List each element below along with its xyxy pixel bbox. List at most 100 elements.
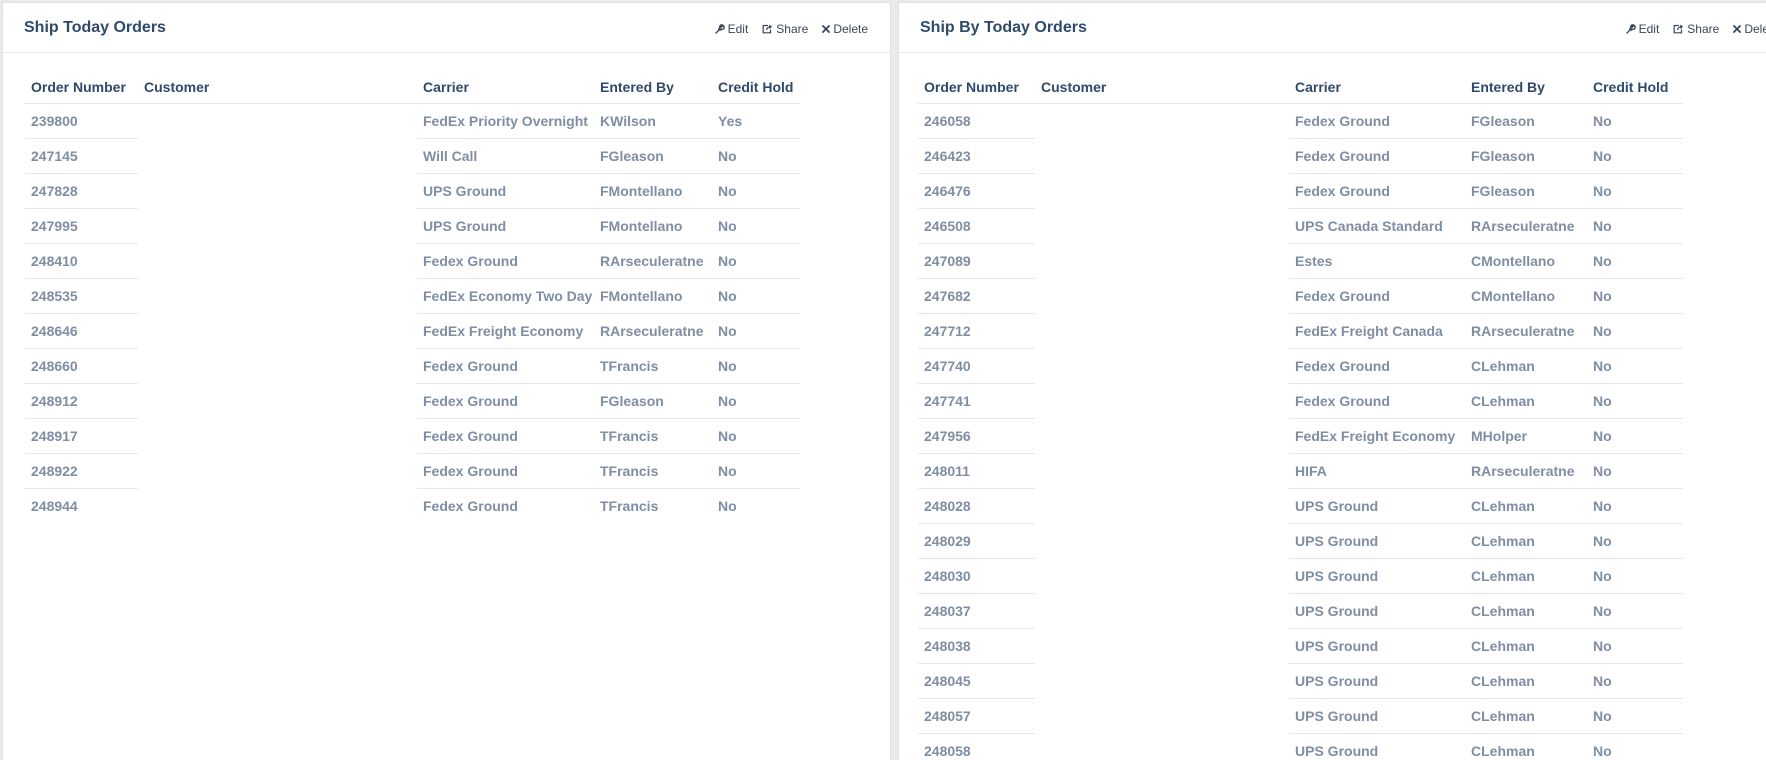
table-row[interactable]: 248535 FedEx Economy Two Day FMontellano No xyxy=(25,278,800,314)
order-number-cell[interactable]: 247956 xyxy=(918,418,1035,454)
order-number-cell[interactable]: 247741 xyxy=(918,383,1035,419)
order-number-cell[interactable]: 248944 xyxy=(25,489,138,524)
table-row[interactable]: 247741 Fedex Ground CLehman No xyxy=(918,383,1683,419)
customer-cell xyxy=(1035,489,1289,524)
column-header[interactable]: Carrier xyxy=(1289,70,1465,104)
credit-hold-cell: No xyxy=(712,138,800,174)
panel-header: Ship By Today Orders Edit Share Delete xyxy=(899,3,1766,53)
order-number-cell[interactable]: 248028 xyxy=(918,488,1035,524)
edit-button[interactable]: Edit xyxy=(1625,22,1660,36)
credit-hold-cell: No xyxy=(712,348,800,384)
order-number-cell[interactable]: 248912 xyxy=(25,383,138,419)
credit-hold-cell: Yes xyxy=(712,103,800,139)
carrier-cell: UPS Ground xyxy=(1289,698,1465,734)
entered-by-cell: CMontellano xyxy=(1465,243,1587,279)
entered-by-cell: CLehman xyxy=(1465,628,1587,664)
table-row[interactable]: 248922 Fedex Ground TFrancis No xyxy=(25,453,800,489)
order-number-cell[interactable]: 248535 xyxy=(25,278,138,314)
column-header[interactable]: Carrier xyxy=(417,70,594,104)
order-number-cell[interactable]: 246476 xyxy=(918,173,1035,209)
order-number-cell[interactable]: 247828 xyxy=(25,173,138,209)
table-row[interactable]: 246058 Fedex Ground FGleason No xyxy=(918,103,1683,139)
table-row[interactable]: 246423 Fedex Ground FGleason No xyxy=(918,138,1683,174)
table-row[interactable]: 248011 HIFA RArseculeratne No xyxy=(918,453,1683,489)
order-number-cell[interactable]: 248922 xyxy=(25,453,138,489)
order-number-cell[interactable]: 248037 xyxy=(918,593,1035,629)
table-row[interactable]: 248028 UPS Ground CLehman No xyxy=(918,488,1683,524)
table-row[interactable]: 248030 UPS Ground CLehman No xyxy=(918,558,1683,594)
table-row[interactable]: 248045 UPS Ground CLehman No xyxy=(918,663,1683,699)
order-number-cell[interactable]: 248045 xyxy=(918,663,1035,699)
order-number-cell[interactable]: 246423 xyxy=(918,138,1035,174)
table-row[interactable]: 248037 UPS Ground CLehman No xyxy=(918,593,1683,629)
column-header[interactable]: Entered By xyxy=(594,70,712,104)
order-number-cell[interactable]: 248410 xyxy=(25,243,138,279)
customer-cell xyxy=(1035,454,1289,489)
order-number-cell[interactable]: 248058 xyxy=(918,734,1035,760)
share-button[interactable]: Share xyxy=(1673,22,1719,36)
credit-hold-cell: No xyxy=(1587,173,1683,209)
table-row[interactable]: 247740 Fedex Ground CLehman No xyxy=(918,348,1683,384)
table-row[interactable]: 247995 UPS Ground FMontellano No xyxy=(25,208,800,244)
table-row[interactable]: 248410 Fedex Ground RArseculeratne No xyxy=(25,243,800,279)
order-number-cell[interactable]: 246058 xyxy=(918,103,1035,139)
table-row[interactable]: 247145 Will Call FGleason No xyxy=(25,138,800,174)
order-number-cell[interactable]: 248038 xyxy=(918,628,1035,664)
column-header[interactable]: Entered By xyxy=(1465,70,1587,104)
delete-button[interactable]: Delete xyxy=(1733,22,1766,36)
order-number-cell[interactable]: 247740 xyxy=(918,348,1035,384)
table-row[interactable]: 239800 FedEx Priority Overnight KWilson Yes xyxy=(25,103,800,139)
order-number-cell[interactable]: 248011 xyxy=(918,453,1035,489)
order-number-cell[interactable]: 248029 xyxy=(918,523,1035,559)
table-row[interactable]: 248646 FedEx Freight Economy RArseculeratn… xyxy=(25,313,800,349)
table-row[interactable]: 248944 Fedex Ground TFrancis No xyxy=(25,489,800,524)
order-number-cell[interactable]: 248917 xyxy=(25,418,138,454)
wrench-icon xyxy=(714,24,725,34)
table-row[interactable]: 248660 Fedex Ground TFrancis No xyxy=(25,348,800,384)
edit-label: Edit xyxy=(1638,22,1660,36)
order-number-cell[interactable]: 248646 xyxy=(25,313,138,349)
delete-label: Delete xyxy=(833,22,868,36)
column-header[interactable]: Credit Hold xyxy=(712,70,800,104)
column-header[interactable]: Customer xyxy=(138,70,417,104)
order-number-cell[interactable]: 248030 xyxy=(918,558,1035,594)
table-row[interactable]: 248917 Fedex Ground TFrancis No xyxy=(25,418,800,454)
table-row[interactable]: 247682 Fedex Ground CMontellano No xyxy=(918,278,1683,314)
table-row[interactable]: 246476 Fedex Ground FGleason No xyxy=(918,173,1683,209)
column-header[interactable]: Order Number xyxy=(918,70,1035,104)
table-row[interactable]: 247089 Estes CMontellano No xyxy=(918,243,1683,279)
panel-header: Ship Today Orders Edit Share Delete xyxy=(3,3,890,53)
table-row[interactable]: 248058 UPS Ground CLehman No xyxy=(918,734,1683,760)
order-number-cell[interactable]: 248660 xyxy=(25,348,138,384)
credit-hold-cell: No xyxy=(1593,743,1612,759)
table-row[interactable]: 248029 UPS Ground CLehman No xyxy=(918,523,1683,559)
order-number-cell[interactable]: 247712 xyxy=(918,313,1035,349)
order-number-cell[interactable]: 248057 xyxy=(918,698,1035,734)
order-number-cell[interactable]: 247089 xyxy=(918,243,1035,279)
share-button[interactable]: Share xyxy=(762,22,808,36)
table-row[interactable]: 247712 FedEx Freight Canada RArseculeratne… xyxy=(918,313,1683,349)
table-header-row: Order Number Customer Carrier Entered By Cre… xyxy=(918,70,1683,104)
entered-by-cell: CLehman xyxy=(1465,663,1587,699)
table-row[interactable]: 247956 FedEx Freight Economy MHolper No xyxy=(918,418,1683,454)
edit-button[interactable]: Edit xyxy=(714,22,748,36)
order-number-cell[interactable]: 247682 xyxy=(918,278,1035,314)
table-row[interactable]: 246508 UPS Canada Standard RArseculeratne N… xyxy=(918,208,1683,244)
order-number-cell[interactable]: 246508 xyxy=(918,208,1035,244)
table-row[interactable]: 248057 UPS Ground CLehman No xyxy=(918,698,1683,734)
column-header[interactable]: Order Number xyxy=(25,70,138,104)
table-row[interactable]: 247828 UPS Ground FMontellano No xyxy=(25,173,800,209)
credit-hold-cell: No xyxy=(1587,488,1683,524)
table-row[interactable]: 248912 Fedex Ground FGleason No xyxy=(25,383,800,419)
table-row[interactable]: 248038 UPS Ground CLehman No xyxy=(918,628,1683,664)
carrier-cell: UPS Ground xyxy=(1289,593,1465,629)
column-header[interactable]: Customer xyxy=(1035,70,1289,104)
delete-button[interactable]: Delete xyxy=(822,22,868,36)
order-number-cell[interactable]: 239800 xyxy=(25,103,138,139)
order-number-cell[interactable]: 247145 xyxy=(25,138,138,174)
order-number-cell[interactable]: 247995 xyxy=(25,208,138,244)
carrier-cell: Fedex Ground xyxy=(417,348,594,384)
carrier-cell: UPS Ground xyxy=(417,173,594,209)
column-header[interactable]: Credit Hold xyxy=(1587,70,1683,104)
carrier-cell: Fedex Ground xyxy=(417,418,594,454)
